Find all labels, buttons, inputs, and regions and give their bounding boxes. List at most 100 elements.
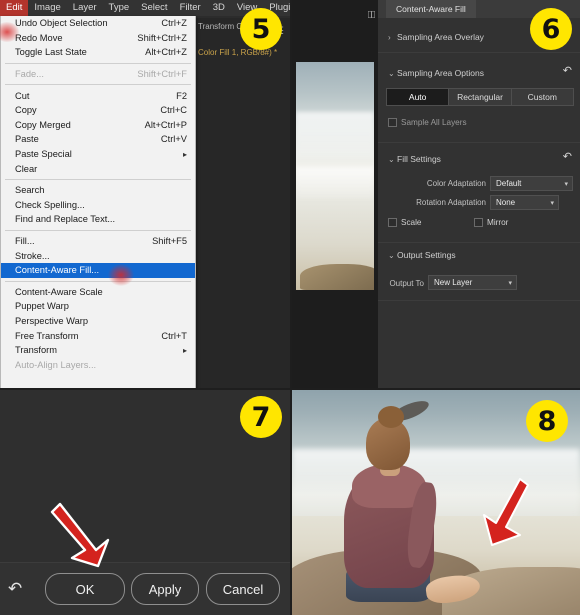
checkbox-sample-all-layers[interactable]: Sample All Layers (388, 118, 467, 127)
menubar-item-3d[interactable]: 3D (207, 0, 231, 16)
checkbox-mirror[interactable]: Mirror (474, 218, 508, 227)
section-sampling-area-options[interactable]: ⌄ Sampling Area Options (388, 68, 484, 78)
menu-item-shortcut: Shift+Ctrl+Z (137, 32, 187, 43)
reset-sampling-icon[interactable]: ↶ (563, 64, 572, 77)
chevron-right-icon[interactable]: › (388, 33, 397, 42)
checkbox-label: Sample All Layers (401, 118, 467, 127)
cancel-button[interactable]: Cancel (206, 573, 280, 605)
chevron-down-icon[interactable]: ⌄ (388, 69, 397, 78)
menu-item-puppet-warp[interactable]: Puppet Warp (1, 299, 195, 314)
panel-6-content-aware-fill-settings: Content-Aware Fill › Sampling Area Overl… (292, 0, 580, 388)
menu-item-search[interactable]: Search (1, 183, 195, 198)
select-color-adaptation[interactable]: Default ▾ (490, 176, 573, 191)
menu-item-label: Search (15, 185, 45, 196)
menu-item-free-transform[interactable]: Free Transform Ctrl+T (1, 328, 195, 343)
menu-separator (5, 229, 191, 231)
tab-content-aware-fill[interactable]: Content-Aware Fill (367, 0, 476, 19)
checkbox-box-icon[interactable] (388, 118, 397, 127)
menu-item-toggle-last-state[interactable]: Toggle Last State Alt+Ctrl+Z (1, 45, 195, 60)
menu-item-copy-merged[interactable]: Copy Merged Alt+Ctrl+P (1, 118, 195, 133)
segment-auto[interactable]: Auto (387, 89, 450, 105)
chevron-down-icon[interactable]: ▾ (550, 199, 554, 207)
submenu-arrow-icon: ▸ (182, 149, 187, 159)
step-badge-5: 5 (240, 8, 282, 50)
menu-item-label: Stroke... (15, 250, 50, 261)
section-sampling-area-overlay[interactable]: › Sampling Area Overlay (388, 32, 484, 42)
checkbox-label: Scale (401, 218, 422, 227)
section-fill-settings[interactable]: ⌄ Fill Settings (388, 154, 441, 164)
menu-separator (5, 280, 191, 282)
menu-item-cut[interactable]: Cut F2 (1, 88, 195, 103)
menu-item-find-and-replace-text[interactable]: Find and Replace Text... (1, 212, 195, 227)
menu-item-content-aware-fill[interactable]: Content-Aware Fill... (1, 262, 195, 278)
menu-item-label: Perspective Warp (15, 315, 89, 326)
select-rotation-adaptation[interactable]: None ▾ (490, 195, 559, 210)
menu-item-content-aware-scale[interactable]: Content-Aware Scale (1, 285, 195, 300)
divider-3 (378, 242, 580, 243)
chevron-down-icon[interactable]: ▾ (508, 279, 512, 287)
select-value: None (496, 198, 516, 207)
edit-dropdown-menu[interactable]: Undo Object Selection Ctrl+Z Redo Move Shif… (0, 16, 196, 388)
menu-separator (5, 84, 191, 86)
menubar-item-layer[interactable]: Layer (67, 0, 103, 16)
options-bar-text: Transform C (198, 22, 243, 31)
sampling-area-segmented-control[interactable]: Auto Rectangular Custom (386, 88, 574, 106)
segment-rectangular[interactable]: Rectangular (449, 89, 512, 105)
menu-item-label: Undo Object Selection (15, 18, 108, 29)
menu-separator (5, 178, 191, 180)
red-arrow-down-annotation (50, 502, 110, 568)
ok-button[interactable]: OK (45, 573, 125, 605)
menu-item-paste-special[interactable]: Paste Special ▸ (1, 147, 195, 162)
menu-item-paste[interactable]: Paste Ctrl+V (1, 132, 195, 147)
menu-item-perspective-warp[interactable]: Perspective Warp (1, 314, 195, 329)
chevron-down-icon[interactable]: ⌄ (388, 251, 397, 260)
menu-item-label: Find and Replace Text... (15, 214, 116, 225)
menu-item-shortcut: F2 (176, 90, 187, 101)
menu-item-label: Paste (15, 134, 39, 145)
divider-1 (378, 52, 580, 53)
menu-item-redo-move[interactable]: Redo Move Shift+Ctrl+Z (1, 31, 195, 46)
checkbox-box-icon[interactable] (474, 218, 483, 227)
panel-options-icon[interactable] (367, 6, 376, 19)
image-preview-thumbnail[interactable] (296, 62, 374, 290)
menu-item-shortcut: Alt+Ctrl+P (144, 119, 187, 130)
segment-custom[interactable]: Custom (511, 89, 573, 105)
menubar-item-image[interactable]: Image (28, 0, 66, 16)
label-rotation-adaptation: Rotation Adaptation (416, 198, 486, 207)
checkbox-box-icon[interactable] (388, 218, 397, 227)
menubar-item-filter[interactable]: Filter (174, 0, 207, 16)
chevron-down-icon[interactable]: ▾ (564, 180, 568, 188)
menubar-item-edit[interactable]: Edit (0, 0, 29, 16)
menu-item-stroke[interactable]: Stroke... (1, 248, 195, 263)
reset-icon[interactable]: ↶ (8, 579, 22, 599)
divider-4 (378, 300, 580, 301)
select-output-to[interactable]: New Layer ▾ (428, 275, 517, 290)
menu-item-label: Auto-Align Layers... (15, 359, 97, 370)
menu-item-label: Fill... (15, 236, 35, 247)
menu-item-copy[interactable]: Copy Ctrl+C (1, 103, 195, 118)
checkbox-scale[interactable]: Scale (388, 218, 421, 227)
menu-item-transform[interactable]: Transform ▸ (1, 343, 195, 358)
apply-button[interactable]: Apply (131, 573, 199, 605)
section-label: Output Settings (397, 250, 456, 260)
menubar-item-type[interactable]: Type (103, 0, 136, 16)
caf-preview-column (292, 0, 378, 388)
section-output-settings[interactable]: ⌄ Output Settings (388, 250, 456, 260)
menu-item-fill[interactable]: Fill... Shift+F5 (1, 234, 195, 249)
menu-item-label: Clear (15, 163, 38, 174)
select-value: Default (496, 179, 522, 188)
menubar-item-select[interactable]: Select (135, 0, 173, 16)
reset-fill-icon[interactable]: ↶ (563, 150, 572, 163)
step-badge-8: 8 (526, 400, 568, 442)
panel-8-final-result-photo: 8 (292, 390, 580, 615)
section-label: Sampling Area Overlay (397, 32, 484, 42)
menu-item-undo-object-selection[interactable]: Undo Object Selection Ctrl+Z (1, 16, 195, 31)
menu-item-check-spelling[interactable]: Check Spelling... (1, 198, 195, 213)
menu-item-clear[interactable]: Clear (1, 161, 195, 176)
menu-separator (5, 62, 191, 64)
menu-item-label: Paste Special (15, 149, 72, 160)
chevron-down-icon[interactable]: ⌄ (388, 155, 397, 164)
menu-item-shortcut: Ctrl+Z (161, 18, 187, 29)
menu-item-label: Redo Move (15, 32, 63, 43)
person-hair-bun (378, 406, 404, 428)
